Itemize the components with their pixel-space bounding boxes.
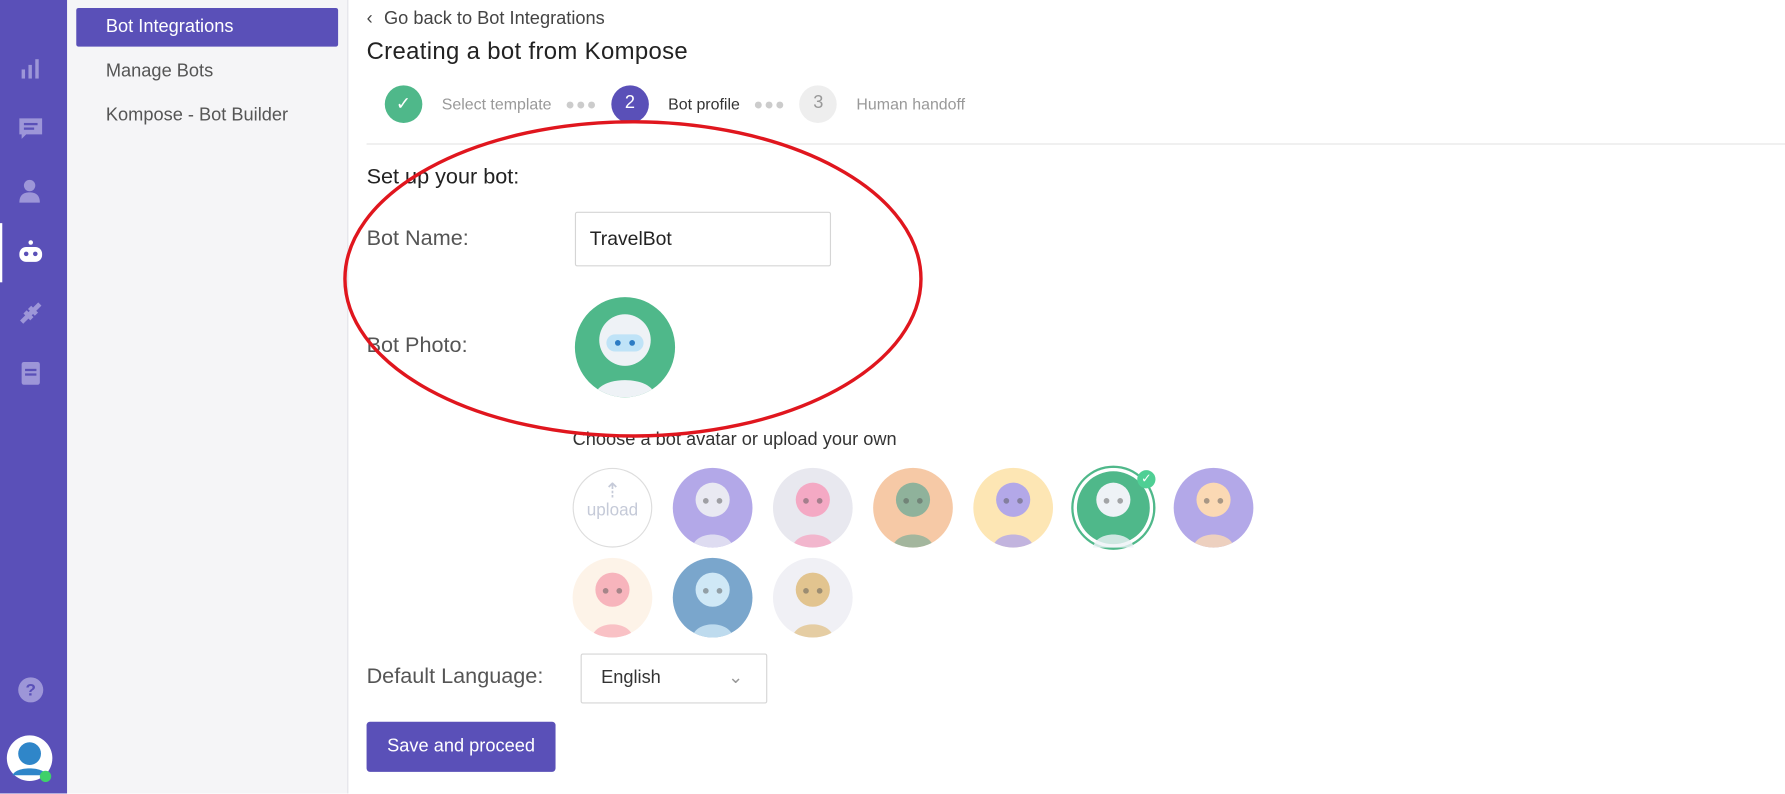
chat-icon[interactable] xyxy=(16,114,46,144)
step-separator: ●●● xyxy=(753,94,786,113)
secondary-sidebar: Bot Integrations Manage Bots Kompose - B… xyxy=(67,0,349,794)
help-icon[interactable]: ? xyxy=(16,675,46,705)
main-content: ‹ Go back to Bot Integrations Creating a … xyxy=(348,0,1785,793)
avatar-option[interactable] xyxy=(772,467,853,548)
users-icon[interactable] xyxy=(16,176,46,206)
chevron-left-icon: ‹ xyxy=(366,9,373,29)
robot-avatar-icon xyxy=(1193,482,1234,548)
document-icon[interactable] xyxy=(16,359,46,389)
robot-avatar-icon xyxy=(692,572,733,638)
active-indicator xyxy=(0,223,3,283)
robot-avatar-icon xyxy=(993,482,1034,548)
save-and-proceed-button[interactable]: Save and proceed xyxy=(366,721,556,772)
language-label: Default Language: xyxy=(366,664,544,689)
selected-check-icon: ✓ xyxy=(1137,470,1156,489)
divider xyxy=(366,143,1785,145)
bot-photo-preview xyxy=(574,297,676,398)
back-link[interactable]: ‹ Go back to Bot Integrations xyxy=(367,9,605,29)
chevron-down-icon: ⌄ xyxy=(728,668,744,688)
back-link-label: Go back to Bot Integrations xyxy=(384,9,605,29)
check-icon: ✓ xyxy=(384,84,423,123)
bot-name-label: Bot Name: xyxy=(366,226,469,251)
avatar-option[interactable] xyxy=(1173,467,1254,548)
bar-chart-icon[interactable] xyxy=(16,54,46,84)
avatar-option[interactable] xyxy=(672,467,753,548)
step-separator: ●●● xyxy=(565,94,598,113)
submenu-bot-integrations[interactable]: Bot Integrations xyxy=(76,7,339,47)
form-heading: Set up your bot: xyxy=(366,165,520,189)
avatar-option[interactable] xyxy=(973,467,1054,548)
icon-rail: ? xyxy=(0,0,68,794)
upload-arrow-icon: ⇡ xyxy=(603,479,622,503)
bot-photo-label: Bot Photo: xyxy=(366,333,468,358)
upload-avatar-button[interactable]: ⇡ upload xyxy=(572,467,653,548)
avatar-option[interactable] xyxy=(772,557,853,638)
svg-text:?: ? xyxy=(26,681,36,700)
robot-avatar-icon xyxy=(792,572,833,638)
user-avatar[interactable] xyxy=(6,734,54,783)
step-number: 2 xyxy=(611,84,649,123)
submenu-manage-bots[interactable]: Manage Bots xyxy=(76,52,338,91)
avatar-hint: Choose a bot avatar or upload your own xyxy=(572,430,897,450)
avatar-option[interactable] xyxy=(672,557,753,638)
bot-name-input[interactable]: TravelBot xyxy=(574,211,832,267)
page-title: Creating a bot from Kompose xyxy=(366,38,689,65)
submenu-bot-builder[interactable]: Kompose - Bot Builder xyxy=(76,97,338,136)
robot-avatar-icon xyxy=(692,482,733,548)
step-label: Bot profile xyxy=(668,94,740,113)
step-label: Select template xyxy=(441,94,552,113)
stepper: ✓ Select template ●●● 2 Bot profile ●●● … xyxy=(384,84,966,123)
avatar-option[interactable]: ✓ xyxy=(1073,467,1156,550)
integrations-icon[interactable] xyxy=(16,298,46,328)
avatar-option[interactable] xyxy=(572,557,653,638)
language-select[interactable]: English ⌄ xyxy=(580,653,768,704)
bot-icon[interactable] xyxy=(16,238,46,268)
robot-avatar-icon xyxy=(892,482,934,548)
upload-label: upload xyxy=(586,500,639,521)
avatar-option[interactable] xyxy=(873,467,953,548)
robot-avatar-icon xyxy=(792,482,833,548)
step-number: 3 xyxy=(799,84,838,123)
language-value: English xyxy=(601,668,661,688)
step-label: Human handoff xyxy=(856,94,966,113)
robot-avatar-icon xyxy=(592,572,633,638)
